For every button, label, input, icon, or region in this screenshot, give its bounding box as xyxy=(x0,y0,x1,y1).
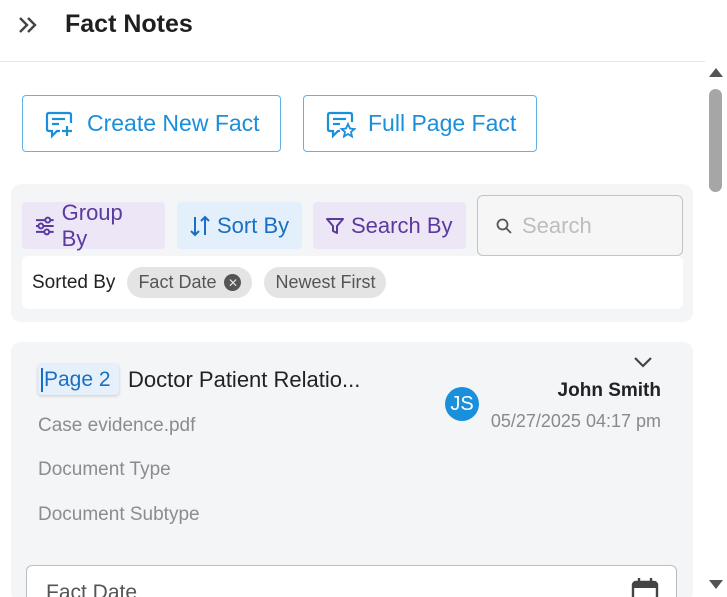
fact-card[interactable]: Page 2 Doctor Patient Relatio... JS John… xyxy=(11,342,693,597)
full-page-fact-button[interactable]: Full Page Fact xyxy=(303,95,537,152)
sorted-by-row: Sorted By Fact Date ✕ Newest First xyxy=(22,256,683,309)
fact-date-label: Fact Date xyxy=(46,581,138,597)
sort-tag-label: Fact Date xyxy=(138,272,217,292)
note-add-icon xyxy=(45,111,73,139)
page-title: Fact Notes xyxy=(65,10,193,38)
filter-panel: Group By Sort By Search By Sorted By Fac… xyxy=(11,184,693,322)
avatar: JS xyxy=(445,387,479,421)
document-subtype-field[interactable]: Document Subtype xyxy=(38,504,200,526)
sort-tag-fact-date: Fact Date ✕ xyxy=(127,267,253,298)
author-name: John Smith xyxy=(557,380,661,401)
chevron-down-icon[interactable] xyxy=(631,352,655,372)
sort-by-button[interactable]: Sort By xyxy=(177,202,302,249)
create-new-fact-button[interactable]: Create New Fact xyxy=(22,95,281,152)
group-by-button[interactable]: Group By xyxy=(22,199,165,251)
scroll-thumb[interactable] xyxy=(709,89,722,192)
search-by-label: Search By xyxy=(351,212,453,238)
create-new-fact-label: Create New Fact xyxy=(87,110,260,136)
sort-tag-order: Newest First xyxy=(264,267,387,298)
remove-tag-icon[interactable]: ✕ xyxy=(224,274,242,291)
note-star-icon xyxy=(326,111,356,139)
search-icon xyxy=(496,218,512,234)
file-name: Case evidence.pdf xyxy=(38,415,196,436)
search-by-button[interactable]: Search By xyxy=(313,202,466,249)
filter-funnel-icon xyxy=(326,217,344,234)
collapse-panel-button[interactable] xyxy=(14,12,42,38)
sort-by-label: Sort By xyxy=(217,212,290,238)
search-input[interactable] xyxy=(522,212,672,239)
sort-tag-label: Newest First xyxy=(275,272,376,292)
group-by-label: Group By xyxy=(61,199,123,251)
sorted-by-label: Sorted By xyxy=(32,271,116,293)
scroll-down-arrow-icon[interactable] xyxy=(709,580,723,589)
panel-header: Fact Notes xyxy=(0,0,705,62)
page-link[interactable]: Page 2 xyxy=(38,364,119,395)
document-type-field[interactable]: Document Type xyxy=(38,459,171,481)
fact-title: Doctor Patient Relatio... xyxy=(128,367,361,392)
sort-arrows-icon xyxy=(190,215,210,236)
full-page-fact-label: Full Page Fact xyxy=(368,110,517,136)
calendar-icon[interactable] xyxy=(630,576,660,597)
vertical-scrollbar[interactable] xyxy=(705,62,727,597)
scroll-up-arrow-icon[interactable] xyxy=(709,68,723,77)
fact-date-field[interactable]: Fact Date xyxy=(26,565,677,597)
double-chevron-right-icon xyxy=(19,17,37,33)
page-label: Page 2 xyxy=(44,367,111,391)
sliders-icon xyxy=(35,216,54,235)
fact-timestamp: 05/27/2025 04:17 pm xyxy=(490,411,661,431)
search-field[interactable] xyxy=(477,195,683,256)
text-cursor xyxy=(41,367,43,392)
